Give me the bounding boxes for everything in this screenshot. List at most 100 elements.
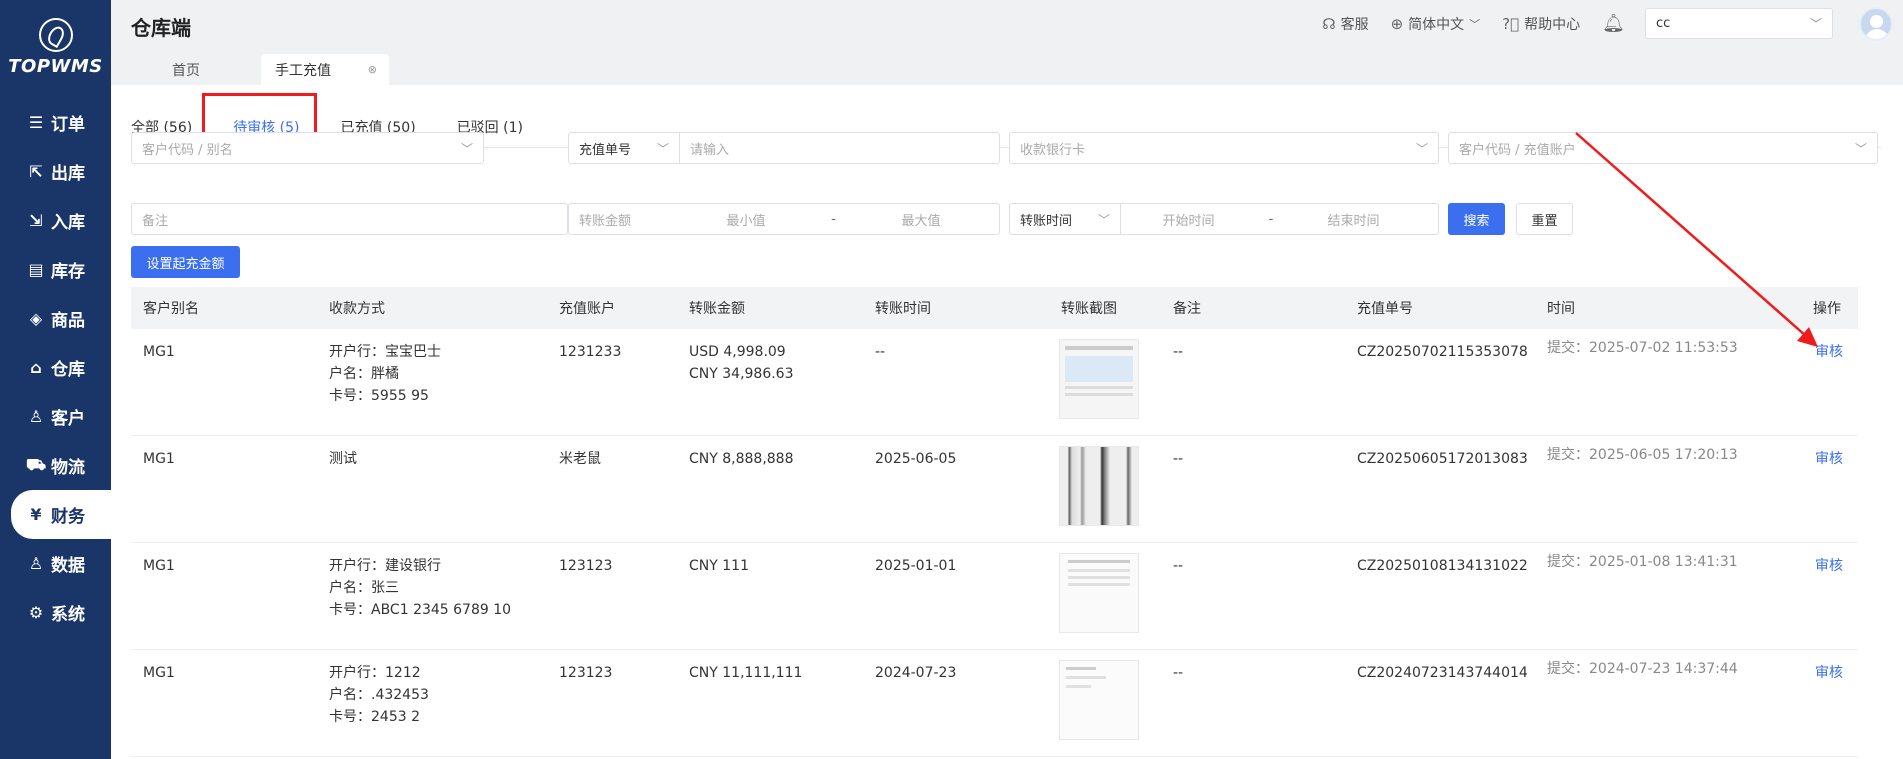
sidebar-item-label: 出库 [51,164,85,184]
sidebar-menu: ☰ 订单 ⇱ 出库 ⇲ 入库 ▤ 库存 ◈ 商品 ⌂ 仓库 ♙ 客户 ⛟ 物流 ¥ 财务 ♙ 数据 … [0,98,111,637]
set-min-amount-button[interactable]: 设置起充金额 [131,246,240,278]
language-switch[interactable]: ⊕ 简体中文 ﹀ [1391,14,1481,34]
header-actions: ☊ 客服 ⊕ 简体中文 ﹀ ?⃝ 帮助中心 🔔︎ cc ﹀ [1322,0,1903,47]
tab-home[interactable]: 首页 [122,54,250,85]
screenshot-thumbnail[interactable] [1059,660,1139,740]
payment-method-cell: 测试 [329,451,357,467]
customer-alias-select[interactable]: 客户代码 / 别名 ﹀ [131,132,484,164]
gear-icon: ⚙ [28,603,44,622]
bag-icon: ◈ [29,309,43,328]
remark-cell: -- [1173,344,1184,360]
service-label: 客服 [1340,16,1369,33]
bank-card-select[interactable]: 收款银行卡 ﹀ [1009,132,1439,164]
table-row: MG1 开户行：建设银行 户名：张三 卡号：ABC1 2345 6789 10 … [131,543,1858,650]
range-dash: - [1268,211,1274,227]
col-recharge-account: 充值账户 [559,301,615,317]
screenshot-thumbnail[interactable] [1059,339,1139,419]
sidebar-item-label: 物流 [51,458,85,478]
number-search-group: 充值单号 ﹀ 请输入 [568,132,1000,164]
sidebar-item-label: 库存 [51,262,85,282]
sidebar-item-label: 商品 [51,311,85,331]
help-icon: ?⃝ [1502,14,1520,33]
sidebar-item-logistics[interactable]: ⛟ 物流 [0,441,111,490]
inventory-icon: ▤ [28,260,44,279]
sidebar-item-system[interactable]: ⚙ 系统 [0,588,111,637]
table-row: MG1 开户行：1212 户名：.432453 卡号：2453 2 123123… [131,650,1858,757]
sidebar-item-outbound[interactable]: ⇱ 出库 [0,147,111,196]
customer-account-select[interactable]: 客户代码 / 充值账户 ﹀ [1448,132,1878,164]
sidebar-item-orders[interactable]: ☰ 订单 [0,98,111,147]
submit-time-cell: 提交：2024-07-23 14:37:44 [1547,661,1738,677]
amount-line: CNY 34,986.63 [689,366,794,382]
review-link[interactable]: 审核 [1815,448,1843,470]
col-actions: 操作 [1813,301,1841,317]
recharge-account-cell: 123123 [559,558,613,574]
user-select[interactable]: cc ﹀ [1645,8,1833,39]
bank-line: 开户行：建设银行 [329,558,441,574]
chevron-down-icon: ﹀ [1854,141,1867,156]
sidebar-item-inventory[interactable]: ▤ 库存 [0,245,111,294]
start-time-input[interactable]: 开始时间 [1121,210,1256,229]
page-tabs: 首页 手工充值 ⊗ [111,47,1903,85]
avatar[interactable] [1859,6,1893,41]
truck-icon: ⛟ [26,455,47,474]
review-link[interactable]: 审核 [1815,341,1843,363]
reset-button[interactable]: 重置 [1516,203,1573,235]
time-type-value: 转账时间 [1020,213,1073,229]
chevron-down-icon: ﹀ [1469,17,1481,31]
screenshot-thumbnail[interactable] [1059,446,1139,526]
headset-icon: ☊ [1322,14,1336,33]
time-type-select[interactable]: 转账时间 ﹀ [1010,204,1120,234]
remark-cell: -- [1173,558,1184,574]
sidebar-item-label: 系统 [51,605,85,625]
end-time-input[interactable]: 结束时间 [1286,210,1421,229]
bell-icon[interactable]: 🔔︎ [1602,13,1625,34]
col-transfer-screenshot: 转账截图 [1061,301,1117,317]
transfer-amount-cell: USD 4,998.09 CNY 34,986.63 [689,341,794,385]
review-link[interactable]: 审核 [1815,555,1843,577]
chevron-down-icon: ﹀ [656,141,669,156]
col-transfer-time: 转账时间 [875,301,931,317]
tab-current-label: 手工充值 [275,62,331,79]
help-center-link[interactable]: ?⃝ 帮助中心 [1502,14,1580,34]
customer-alias-cell: MG1 [143,665,175,681]
review-link[interactable]: 审核 [1815,662,1843,684]
recharge-number-cell: CZ20240723143744014 [1357,665,1528,681]
holder-line: 户名：张三 [329,580,399,596]
logo-text: TOPWMS [8,55,103,77]
help-label: 帮助中心 [1524,16,1581,33]
chevron-down-icon: ﹀ [1809,17,1822,31]
amount-range[interactable]: 转账金额 最小值 - 最大值 [568,203,1000,235]
transfer-time-cell: 2025-01-01 [875,558,957,574]
sidebar-item-inbound[interactable]: ⇲ 入库 [0,196,111,245]
recharge-number-cell: CZ20250605172013083 [1357,451,1528,467]
close-icon[interactable]: ⊗ [368,63,377,76]
table-row: MG1 测试 米老鼠 CNY 8,888,888 2025-06-05 -- C… [131,436,1858,543]
service-link[interactable]: ☊ 客服 [1322,14,1368,34]
holder-line: 户名：.432453 [329,687,429,703]
transfer-amount-cell: CNY 111 [689,558,749,574]
sidebar-item-data[interactable]: ♙ 数据 [0,539,111,588]
screenshot-thumbnail[interactable] [1059,553,1139,633]
number-input[interactable]: 请输入 [680,139,729,158]
remark-input[interactable]: 备注 [131,203,568,235]
payment-method-cell: 开户行：宝宝巴士 户名：胖橘 卡号：5955 95 [329,341,441,407]
amount-max-input[interactable]: 最大值 [866,210,976,229]
sidebar-item-customers[interactable]: ♙ 客户 [0,392,111,441]
amount-min-input[interactable]: 最小值 [691,210,801,229]
sidebar-item-finance[interactable]: ¥ 财务 [11,490,111,539]
sidebar-item-products[interactable]: ◈ 商品 [0,294,111,343]
customer-account-placeholder: 客户代码 / 充值账户 [1459,142,1576,158]
remark-cell: -- [1173,451,1184,467]
tab-manual-recharge[interactable]: 手工充值 ⊗ [261,54,389,85]
sidebar-item-label: 订单 [51,115,85,135]
submit-time-cell: 提交：2025-01-08 13:41:31 [1547,554,1738,570]
time-range-group: 转账时间 ﹀ 开始时间 - 结束时间 [1009,203,1439,235]
card-line: 卡号：2453 2 [329,709,420,725]
sidebar-item-warehouse[interactable]: ⌂ 仓库 [0,343,111,392]
number-type-value: 充值单号 [579,142,632,158]
range-dash: - [831,211,836,227]
number-type-select[interactable]: 充值单号 ﹀ [569,133,679,163]
search-button[interactable]: 搜索 [1448,203,1505,235]
card-line: 卡号：ABC1 2345 6789 10 [329,602,512,618]
